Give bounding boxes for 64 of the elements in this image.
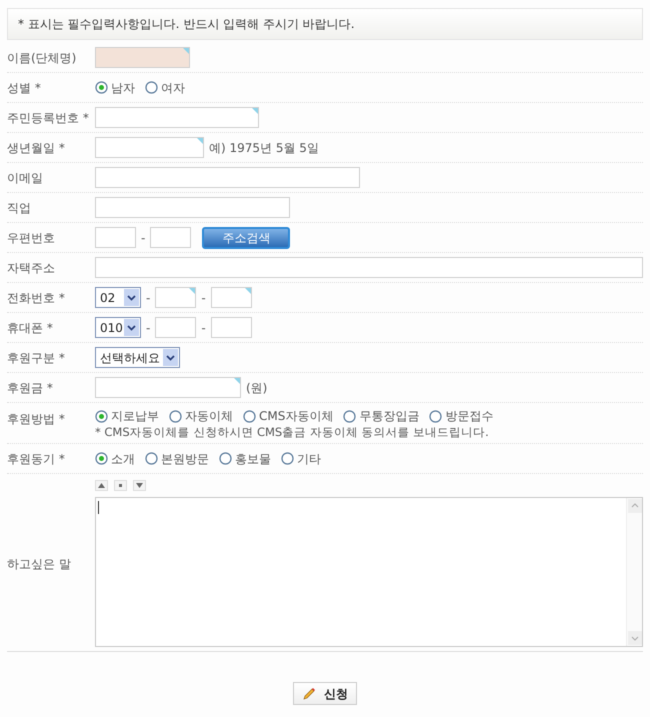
- message-textarea[interactable]: [95, 497, 643, 647]
- chevron-down-icon: [163, 349, 178, 366]
- field-label: 후원구분 *: [7, 350, 66, 366]
- hint-text: -: [141, 230, 146, 246]
- hint-text: (원): [246, 380, 268, 396]
- input-field[interactable]: [95, 257, 643, 278]
- input-field[interactable]: [210, 317, 252, 338]
- radio-option[interactable]: 방문접수: [429, 407, 494, 425]
- field-label: 후원방법 *: [7, 411, 66, 428]
- field-label: 이름(단체명): [7, 50, 78, 66]
- radio-option[interactable]: 기타: [281, 450, 321, 468]
- field-label: 휴대폰 *: [7, 320, 54, 336]
- radio-option[interactable]: 무통장입금: [343, 407, 420, 425]
- text-cursor: [98, 501, 99, 514]
- dropdown[interactable]: 010: [95, 317, 141, 338]
- radio-option[interactable]: 자동이체: [169, 407, 233, 425]
- input-field[interactable]: [210, 287, 252, 308]
- dropdown[interactable]: 02: [95, 287, 141, 308]
- input-field[interactable]: [155, 317, 196, 338]
- hint-text: -: [201, 290, 206, 306]
- input-field[interactable]: [95, 377, 241, 398]
- radio-option[interactable]: 남자: [95, 78, 135, 96]
- input-field[interactable]: [95, 197, 290, 218]
- field-label: 후원동기 *: [7, 450, 66, 468]
- field-label: 자택주소: [7, 260, 56, 276]
- radio-option[interactable]: CMS자동이체: [243, 407, 334, 425]
- field-label: 직업: [7, 200, 32, 216]
- field-label: 전화번호 *: [7, 290, 66, 306]
- field-label: 우편번호: [7, 230, 56, 246]
- field-label: 성별 *: [7, 80, 42, 96]
- hint-text: 예) 1975년 5월 5일: [209, 140, 319, 156]
- hint-text: -: [146, 320, 150, 336]
- radio-option[interactable]: 홍보물: [219, 450, 271, 468]
- dropdown[interactable]: 선택하세요: [95, 347, 180, 368]
- input-field[interactable]: [95, 227, 136, 248]
- pencil-icon: [302, 686, 316, 700]
- field-label: 후원금 *: [7, 380, 54, 396]
- field-label: 이메일: [7, 170, 44, 186]
- field-label: 생년월일 *: [7, 140, 66, 156]
- chevron-down-icon: [124, 319, 139, 336]
- address-search-button[interactable]: 주소검색: [202, 226, 290, 248]
- hint-text: -: [146, 290, 150, 306]
- input-field[interactable]: [95, 47, 190, 68]
- input-field[interactable]: [95, 137, 204, 158]
- arrow-down-icon[interactable]: [133, 480, 146, 491]
- hint-text: -: [201, 320, 206, 336]
- square-icon[interactable]: [114, 480, 127, 491]
- chevron-down-icon: [124, 289, 139, 306]
- field-label: 주민등록번호 *: [7, 110, 90, 126]
- scroll-down-icon[interactable]: [628, 631, 642, 645]
- radio-option[interactable]: 본원방문: [145, 450, 209, 468]
- submit-button[interactable]: 신청: [293, 682, 357, 705]
- arrow-up-icon[interactable]: [95, 480, 108, 491]
- radio-option[interactable]: 지로납부: [95, 407, 159, 425]
- input-field[interactable]: [95, 107, 259, 128]
- radio-option[interactable]: 소개: [95, 450, 135, 468]
- input-field[interactable]: [155, 287, 196, 308]
- note-text: * CMS자동이체를 신청하시면 CMS출금 자동이체 동의서를 보내드립니다.: [95, 425, 490, 439]
- notice-text: * 표시는 필수입력사항입니다. 반드시 입력해 주시기 바랍니다.: [18, 16, 355, 33]
- field-label: 하고싶은 말: [7, 556, 72, 572]
- input-field[interactable]: [150, 227, 192, 248]
- scroll-up-icon[interactable]: [628, 499, 642, 513]
- input-field[interactable]: [95, 167, 360, 188]
- radio-option[interactable]: 여자: [145, 78, 185, 96]
